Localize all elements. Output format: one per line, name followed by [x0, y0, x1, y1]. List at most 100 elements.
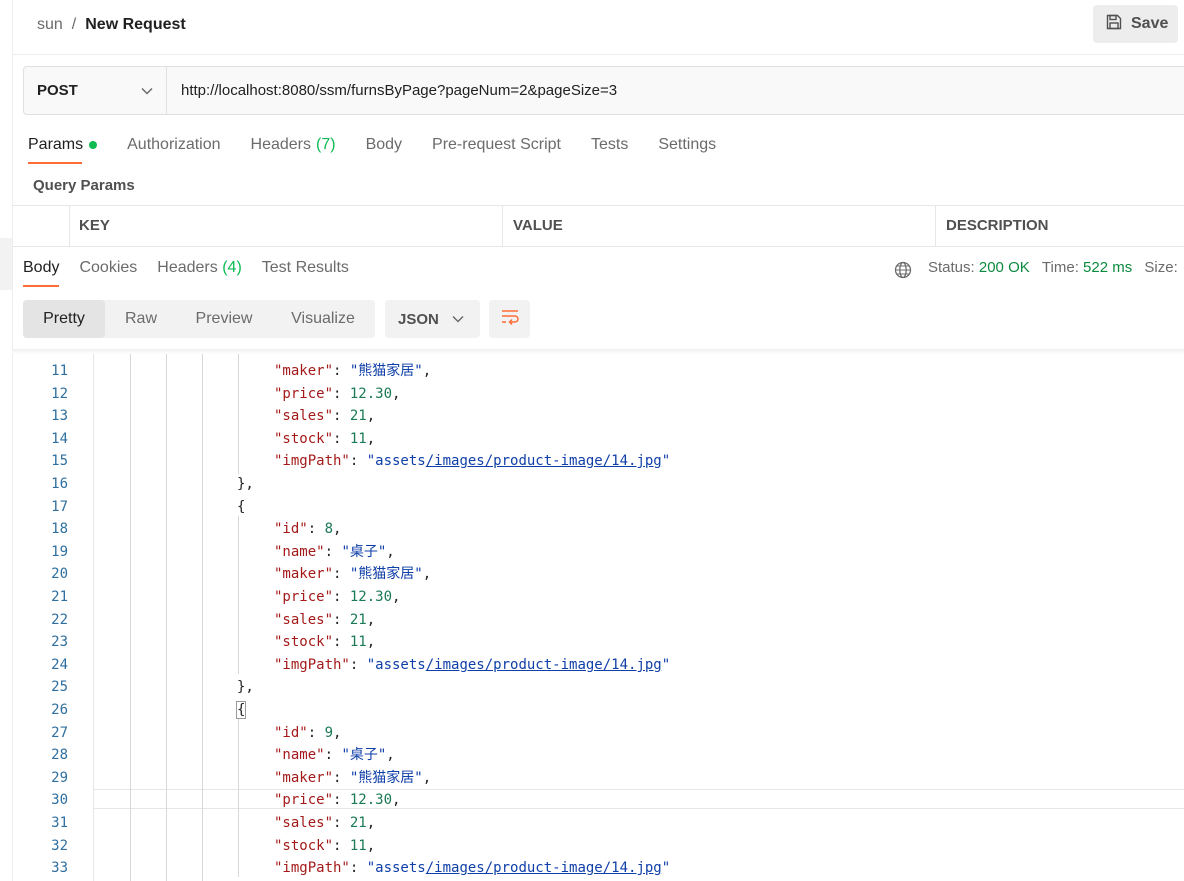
json-comma: , — [366, 815, 376, 831]
json-key: "price" — [274, 589, 334, 605]
line-number: 17 — [51, 499, 68, 515]
method-select[interactable]: POST — [23, 66, 167, 115]
json-key: "id" — [274, 725, 308, 741]
save-label: Save — [1131, 15, 1169, 32]
indent-guide — [238, 719, 239, 877]
column-divider[interactable] — [935, 206, 936, 246]
json-key: "price" — [274, 386, 334, 402]
code-line: "imgPath": "assets/images/product-image/… — [274, 858, 670, 878]
code-line: "maker": "熊猫家居", — [274, 564, 431, 584]
line-number: 33 — [51, 860, 68, 876]
view-preview-button[interactable]: Preview — [177, 300, 271, 338]
tab-params[interactable]: Params — [28, 134, 98, 156]
json-colon: : — [307, 521, 325, 537]
format-select[interactable]: JSON — [385, 300, 480, 338]
json-string: "assets — [366, 453, 426, 469]
json-string: "熊猫家居" — [349, 566, 423, 582]
json-string: "assets — [366, 657, 426, 673]
json-key: "stock" — [274, 838, 334, 854]
column-value: VALUE — [513, 217, 563, 234]
tab-body[interactable]: Body — [366, 134, 402, 156]
view-raw-button[interactable]: Raw — [105, 300, 177, 338]
json-comma: , — [333, 725, 342, 741]
code-line: "name": "桌子", — [274, 745, 395, 765]
indent-guide — [130, 354, 131, 881]
current-line-highlight — [94, 789, 1184, 809]
line-number: 31 — [51, 815, 68, 831]
request-title[interactable]: New Request — [85, 16, 185, 33]
tab-response-headers-label: Headers — [157, 259, 218, 276]
json-colon: : — [333, 612, 350, 628]
tab-headers-label: Headers — [250, 136, 311, 153]
request-tabs: Params Authorization Headers (7) Body Pre… — [28, 134, 746, 156]
json-key: "name" — [274, 544, 325, 560]
time-value[interactable]: 522 ms — [1083, 259, 1132, 276]
json-key: "imgPath" — [274, 453, 350, 469]
line-number: 13 — [51, 408, 68, 424]
json-brace: }, — [237, 476, 254, 492]
sidebar-handle[interactable] — [0, 238, 12, 290]
json-key: "stock" — [274, 431, 334, 447]
json-key: "imgPath" — [274, 657, 350, 673]
tab-authorization[interactable]: Authorization — [127, 134, 220, 156]
size-label: Size: — [1144, 259, 1178, 276]
line-number: 30 — [51, 792, 68, 808]
json-comma: , — [392, 589, 401, 605]
json-number: 8 — [324, 521, 334, 537]
code-line: { — [235, 700, 247, 720]
chevron-down-icon — [452, 310, 464, 328]
save-icon — [1105, 13, 1123, 36]
tab-test-results[interactable]: Test Results — [262, 259, 349, 281]
line-number: 18 — [51, 521, 68, 537]
json-number: 11 — [349, 431, 367, 447]
json-colon: : — [333, 815, 350, 831]
active-response-tab-indicator — [23, 285, 59, 287]
tab-headers[interactable]: Headers (7) — [251, 134, 336, 156]
json-number: 11 — [349, 634, 367, 650]
format-value: JSON — [398, 310, 439, 328]
code-line: { — [237, 497, 245, 517]
tab-tests[interactable]: Tests — [591, 134, 628, 156]
column-key: KEY — [79, 217, 110, 234]
indent-guide — [238, 516, 239, 674]
json-key: "id" — [274, 521, 308, 537]
wrap-lines-button[interactable] — [489, 300, 530, 338]
code-line: "maker": "熊猫家居", — [274, 768, 431, 788]
tab-settings[interactable]: Settings — [658, 134, 716, 156]
json-key: "price" — [274, 792, 334, 808]
url-input[interactable]: http://localhost:8080/ssm/furnsByPage?pa… — [181, 66, 617, 115]
line-number: 19 — [51, 544, 68, 560]
tab-prerequest-script[interactable]: Pre-request Script — [432, 134, 561, 156]
tab-cookies[interactable]: Cookies — [79, 259, 137, 281]
line-number: 27 — [51, 725, 68, 741]
json-key: "maker" — [274, 363, 334, 379]
line-number: 32 — [51, 838, 68, 854]
column-description: DESCRIPTION — [946, 217, 1049, 234]
json-colon: : — [333, 770, 350, 786]
status-value[interactable]: 200 OK — [979, 259, 1030, 276]
json-string: "熊猫家居" — [349, 770, 423, 786]
view-visualize-button[interactable]: Visualize — [271, 300, 375, 338]
json-number: 21 — [349, 408, 367, 424]
tab-response-body[interactable]: Body — [23, 259, 59, 281]
json-string: " — [661, 860, 671, 876]
json-comma: , — [366, 408, 376, 424]
breadcrumb-separator: / — [71, 16, 77, 33]
json-key: "sales" — [274, 612, 334, 628]
save-button[interactable]: Save — [1093, 5, 1178, 43]
json-comma: , — [386, 544, 395, 560]
tab-response-headers[interactable]: Headers (4) — [157, 259, 242, 281]
view-pretty-button[interactable]: Pretty — [23, 300, 105, 338]
code-line: "name": "桌子", — [274, 542, 395, 562]
json-string: "assets — [366, 860, 426, 876]
json-string: " — [661, 657, 671, 673]
code-line: "id": 8, — [274, 519, 341, 539]
globe-icon[interactable] — [894, 261, 912, 284]
response-tabs: Body Cookies Headers (4) Test Results — [23, 259, 369, 281]
breadcrumb-workspace[interactable]: sun — [37, 16, 63, 33]
json-key: "maker" — [274, 770, 334, 786]
json-colon: : — [333, 634, 350, 650]
json-comma: , — [392, 792, 401, 808]
response-meta: Status: 200 OK Time: 522 ms Size: — [928, 259, 1178, 281]
column-divider[interactable] — [502, 206, 503, 246]
